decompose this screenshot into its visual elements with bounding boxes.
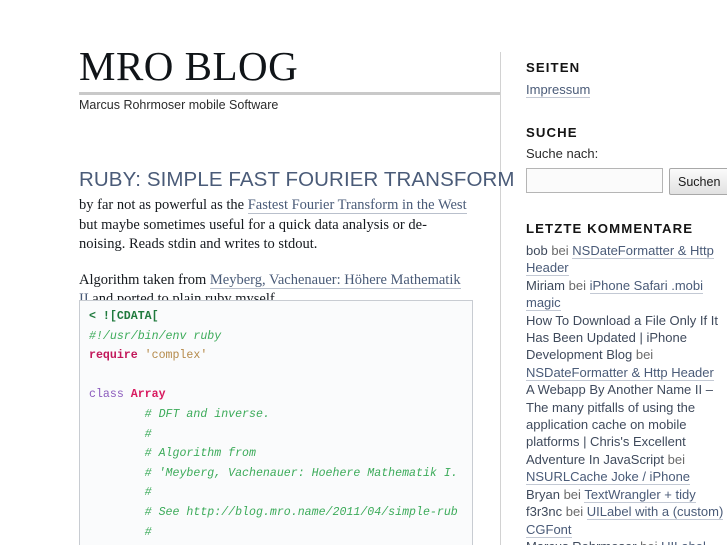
comment-item: A Webapp By Another Name II – The many p… bbox=[526, 381, 727, 486]
code-token: < ![CDATA[ bbox=[89, 310, 159, 323]
site-tagline: Marcus Rohrmoser mobile Software bbox=[79, 98, 279, 112]
sidebar-link-impressum[interactable]: Impressum bbox=[526, 82, 591, 98]
comment-item: Miriam bei iPhone Safari .mobi magic bbox=[526, 277, 727, 312]
comment-author: f3r3nc bbox=[526, 504, 566, 520]
code-token: # bbox=[89, 486, 152, 500]
comment-item: bob bei NSDateFormatter & Http Header bbox=[526, 242, 727, 277]
code-token: 'complex' bbox=[144, 349, 208, 363]
comment-item: f3r3nc bei UILabel with a (custom) CGFon… bbox=[526, 503, 727, 538]
sidebar-heading-comments: Letzte Kommentare bbox=[526, 221, 694, 236]
blog-page: MRO BLOG Marcus Rohrmoser mobile Softwar… bbox=[0, 0, 727, 545]
comment-preposition: bei bbox=[635, 347, 654, 363]
comment-item: Marcus Rohrmoser bei UILabel with a (cus… bbox=[526, 538, 727, 545]
code-token: # bbox=[89, 427, 152, 441]
code-token: # Algorithm from bbox=[89, 447, 256, 461]
link-fftw[interactable]: Fastest Fourier Transform in the West bbox=[247, 197, 467, 214]
comment-author: bob bbox=[526, 243, 552, 258]
recent-comments-list: bob bei NSDateFormatter & Http Header Mir… bbox=[526, 242, 727, 545]
site-title: MRO BLOG bbox=[79, 43, 299, 89]
code-content: < ![CDATA[ #!/usr/bin/env ruby require '… bbox=[89, 307, 472, 545]
sidebar: Seiten Impressum Suche Suche nach: Suche… bbox=[526, 60, 727, 545]
post-paragraph-1: by far not as powerful as the Fastest Fo… bbox=[79, 196, 471, 255]
column-divider bbox=[500, 52, 501, 545]
code-token: class bbox=[89, 388, 124, 402]
code-token: Array bbox=[130, 388, 166, 402]
sidebar-section-pages: Seiten Impressum bbox=[526, 60, 727, 99]
code-block[interactable]: < ![CDATA[ #!/usr/bin/env ruby require '… bbox=[79, 300, 473, 545]
header-rule bbox=[79, 92, 500, 95]
paragraph-2-text-before: Algorithm taken from bbox=[79, 271, 210, 288]
paragraph-1-text-after: but maybe sometimes useful for a quick d… bbox=[79, 216, 427, 253]
search-label: Suche nach: bbox=[526, 146, 599, 161]
comment-post-link[interactable]: NSURLCache Joke / iPhone bbox=[526, 469, 691, 486]
code-token: #!/usr/bin/env ruby bbox=[89, 329, 222, 343]
comment-author: Miriam bbox=[526, 277, 569, 293]
paragraph-1-text-before: by far not as powerful as the bbox=[79, 197, 248, 213]
comment-preposition: bei bbox=[565, 504, 587, 520]
comment-preposition: bei bbox=[568, 277, 590, 293]
search-submit-button[interactable]: Suchen bbox=[669, 168, 727, 195]
comment-preposition: bei bbox=[563, 486, 585, 502]
code-token: require bbox=[89, 349, 138, 363]
search-input[interactable] bbox=[526, 168, 663, 193]
search-form: Suchen bbox=[526, 168, 727, 195]
comment-preposition: bei bbox=[551, 243, 573, 258]
code-token: # 'Meyberg, Vachenauer: Hoehere Mathemat… bbox=[89, 466, 458, 480]
code-token: # DFT and inverse. bbox=[89, 407, 270, 421]
pages-link-list: Impressum bbox=[526, 81, 727, 99]
code-token: # See http://blog.mro.name/2011/04/simpl… bbox=[89, 505, 458, 519]
comment-author: Marcus Rohrmoser bbox=[526, 539, 640, 545]
sidebar-section-comments: Letzte Kommentare bob bei NSDateFormatte… bbox=[526, 221, 727, 545]
comment-author: Bryan bbox=[526, 486, 564, 502]
site-header: MRO BLOG Marcus Rohrmoser mobile Softwar… bbox=[79, 44, 479, 113]
page-title: RUBY: SIMPLE FAST FOURIER TRANSFORM bbox=[79, 168, 515, 191]
sidebar-heading-search: Suche bbox=[526, 125, 578, 140]
comment-post-link[interactable]: TextWrangler + tidy bbox=[584, 486, 696, 503]
comment-preposition: bei bbox=[640, 539, 661, 545]
comment-post-link[interactable]: NSDateFormatter & Http Header bbox=[526, 364, 714, 381]
code-token: # bbox=[89, 525, 152, 539]
comment-item: Bryan bei TextWrangler + tidy bbox=[526, 486, 727, 503]
comment-item: How To Download a File Only If It Has Be… bbox=[526, 312, 727, 382]
sidebar-heading-pages: Seiten bbox=[526, 60, 581, 75]
comment-author: How To Download a File Only If It Has Be… bbox=[526, 312, 718, 363]
comment-preposition: bei bbox=[667, 451, 685, 467]
sidebar-section-search: Suche Suche nach: Suchen bbox=[526, 125, 727, 195]
